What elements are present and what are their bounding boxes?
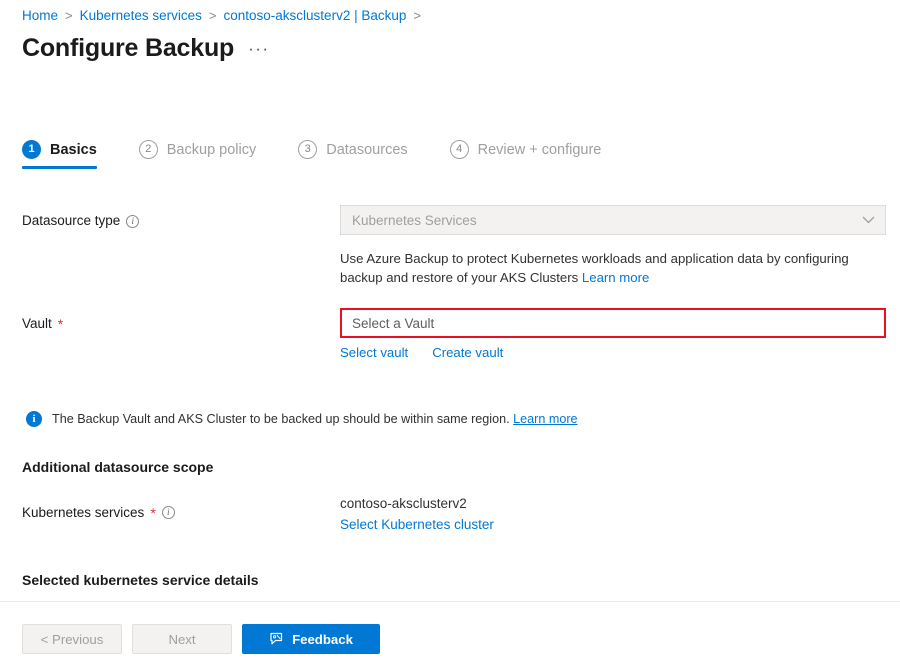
info-icon: i [26,411,42,427]
tab-label: Datasources [326,141,408,158]
vault-row: Vault * Select a Vault Select vault Crea… [22,308,886,360]
kubernetes-services-label-col: Kubernetes services * i [22,493,340,532]
info-icon[interactable]: i [161,506,175,519]
chevron-down-icon [862,214,875,226]
page-title: Configure Backup [22,34,235,62]
tab-datasources[interactable]: 3 Datasources [278,140,429,169]
feedback-icon [269,632,284,646]
wizard-tabs: 1 Basics 2 Backup policy 3 Datasources 4… [22,140,623,169]
breadcrumb-item-home[interactable]: Home [22,8,58,24]
info-banner-body: The Backup Vault and AKS Cluster to be b… [52,412,514,426]
create-vault-link[interactable]: Create vault [432,345,503,360]
breadcrumb-item-cluster-backup[interactable]: contoso-aksclusterv2 | Backup [224,8,407,24]
tab-label: Backup policy [166,141,257,158]
tab-basics[interactable]: 1 Basics [22,140,119,169]
wizard-footer: < Previous Next Feedback [22,624,380,654]
select-kubernetes-cluster-link[interactable]: Select Kubernetes cluster [340,517,884,532]
basics-form: Datasource type i Kubernetes Services Us… [22,205,886,360]
tab-active-underline [22,166,97,169]
tab-backup-policy[interactable]: 2 Backup policy [119,140,278,169]
next-button[interactable]: Next [132,624,232,654]
datasource-type-field-col: Kubernetes Services Use Azure Backup to … [340,205,886,287]
breadcrumb-separator-icon: > [208,8,217,23]
tab-label: Review + configure [477,141,602,158]
tab-step-number: 1 [22,140,41,159]
tab-review-configure[interactable]: 4 Review + configure [430,140,624,169]
learn-more-link[interactable]: Learn more [513,412,577,426]
previous-button[interactable]: < Previous [22,624,122,654]
vault-input[interactable]: Select a Vault [340,308,886,338]
datasource-type-label: Datasource type [22,213,121,228]
region-info-banner: i The Backup Vault and AKS Cluster to be… [26,411,578,427]
learn-more-link[interactable]: Learn more [582,270,649,285]
selected-cluster-value: contoso-aksclusterv2 [340,496,467,511]
vault-label: Vault [22,316,52,331]
datasource-type-select: Kubernetes Services [340,205,886,235]
datasource-type-value: Kubernetes Services [352,212,477,228]
kubernetes-services-field-col: contoso-aksclusterv2 Select Kubernetes c… [340,493,884,532]
vault-label-col: Vault * [22,308,340,334]
tab-step-number: 3 [298,140,318,159]
configure-backup-page: Home > Kubernetes services > contoso-aks… [0,0,900,665]
title-row: Configure Backup ··· [22,32,270,64]
vault-actions: Select vault Create vault [340,345,884,360]
kubernetes-services-label: Kubernetes services [22,504,145,520]
tab-label: Basics [50,141,97,158]
tab-step-number: 4 [449,140,469,159]
more-options-icon[interactable]: ··· [248,39,269,64]
breadcrumb-separator-icon: > [413,8,421,23]
feedback-button[interactable]: Feedback [242,624,380,654]
info-icon[interactable]: i [126,214,140,228]
breadcrumb-separator-icon: > [65,8,73,23]
breadcrumb: Home > Kubernetes services > contoso-aks… [22,8,421,24]
info-banner-text: The Backup Vault and AKS Cluster to be b… [52,412,578,426]
datasource-type-label-col: Datasource type i [22,205,340,231]
footer-divider [0,601,900,602]
additional-datasource-scope-heading: Additional datasource scope [22,459,214,475]
kubernetes-services-row: Kubernetes services * i contoso-aksclust… [22,493,884,532]
required-indicator: * [150,504,156,521]
vault-input-placeholder: Select a Vault [352,315,435,331]
breadcrumb-item-kubernetes-services[interactable]: Kubernetes services [80,8,202,24]
feedback-button-label: Feedback [292,631,353,647]
select-vault-link[interactable]: Select vault [340,345,408,360]
datasource-type-row: Datasource type i Kubernetes Services Us… [22,205,886,287]
required-indicator: * [57,316,64,332]
tab-step-number: 2 [138,140,158,159]
datasource-type-help-text: Use Azure Backup to protect Kubernetes w… [340,249,888,287]
selected-service-details-heading: Selected kubernetes service details [22,572,259,588]
vault-field-col: Select a Vault Select vault Create vault [340,308,886,360]
